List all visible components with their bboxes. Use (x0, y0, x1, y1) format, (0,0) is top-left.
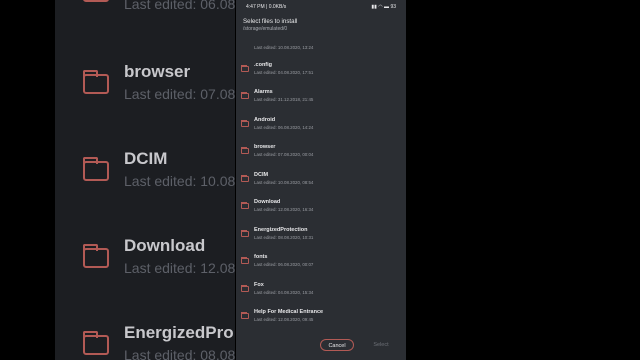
folder-icon (82, 70, 109, 94)
bg-item-date: Last edited: 10.08 (124, 173, 235, 189)
background-zoom-panel: Last edited: 06.08 browser Last edited: … (55, 0, 235, 360)
folder-icon (241, 91, 249, 99)
item-name: browser (254, 144, 276, 150)
folder-icon (82, 331, 109, 355)
battery-level: 93 (390, 4, 396, 10)
bg-item-date: Last edited: 07.08 (124, 86, 235, 102)
item-name: Help For Medical Entrance (254, 309, 324, 315)
item-date: Last edited: 31.12.2018, 21:45 (254, 97, 314, 102)
list-item[interactable]: Download Last edited: 12.08.2020, 16:34 (236, 196, 406, 222)
folder-icon (82, 244, 109, 268)
item-name: Android (254, 117, 276, 123)
list-item[interactable]: EnergizedProtection Last edited: 08.08.2… (236, 224, 406, 250)
dialog-title: Select files to install (243, 18, 298, 25)
list-item[interactable]: Alarms Last edited: 31.12.2018, 21:45 (236, 86, 406, 112)
bg-item-name: DCIM (124, 149, 168, 168)
item-date: Last edited: 06.08.2020, 00:07 (254, 262, 314, 267)
current-path: /storage/emulated/0 (243, 26, 288, 32)
list-item[interactable]: browser Last edited: 07.08.2020, 00:04 (236, 141, 406, 167)
folder-icon (82, 157, 109, 181)
dialog-footer: Cancel Select (236, 330, 406, 360)
folder-icon (241, 174, 249, 182)
bg-item-name: Download (124, 236, 206, 255)
dialog-header: Select files to install /storage/emulate… (236, 14, 406, 40)
bg-item-name: browser (124, 62, 191, 81)
item-date: Last edited: 10.08.2020, 13:24 (254, 45, 314, 50)
item-date: Last edited: 12.08.2020, 16:34 (254, 207, 314, 212)
folder-icon (241, 119, 249, 127)
item-date: Last edited: 08.08.2020, 10:31 (254, 235, 314, 240)
item-name: EnergizedProtection (254, 227, 308, 233)
folder-icon (241, 229, 249, 237)
bg-item-date: Last edited: 12.08 (124, 260, 235, 276)
folder-icon (241, 146, 249, 154)
bg-item-date: Last edited: 08.08 (124, 347, 235, 360)
status-bar: 4:47 PM | 0.0KB/s ▮▮ ◠ ▬ 93 (236, 0, 406, 14)
list-item[interactable]: fonts Last edited: 06.08.2020, 00:07 (236, 251, 406, 277)
item-date: Last edited: 10.08.2020, 08:54 (254, 180, 314, 185)
phone-screen: 4:47 PM | 0.0KB/s ▮▮ ◠ ▬ 93 Select files… (236, 0, 406, 360)
item-name: .config (254, 62, 273, 68)
folder-icon (83, 0, 109, 2)
status-icons: ▮▮ ◠ ▬ 93 (371, 4, 396, 10)
folder-icon (241, 311, 249, 319)
file-list[interactable]: Last edited: 10.08.2020, 13:24 .config L… (236, 40, 406, 330)
folder-icon (241, 201, 249, 209)
background-black-right (406, 0, 640, 360)
bg-item-date: Last edited: 06.08 (124, 0, 235, 12)
item-date: Last edited: 07.08.2020, 00:04 (254, 152, 314, 157)
list-item[interactable]: .config Last edited: 04.08.2020, 17:51 (236, 59, 406, 85)
item-date: Last edited: 06.08.2020, 14:24 (254, 125, 314, 130)
item-date: Last edited: 04.08.2020, 17:51 (254, 70, 314, 75)
cancel-button[interactable]: Cancel (320, 339, 354, 351)
folder-icon (241, 284, 249, 292)
list-item[interactable]: Fox Last edited: 04.08.2020, 15:34 (236, 279, 406, 305)
list-item[interactable]: Last edited: 10.08.2020, 13:24 (236, 40, 406, 60)
item-date: Last edited: 04.08.2020, 15:34 (254, 290, 314, 295)
list-item[interactable]: DCIM Last edited: 10.08.2020, 08:54 (236, 169, 406, 195)
item-date: Last edited: 12.08.2020, 09:45 (254, 317, 314, 322)
bg-item-name: EnergizedPro (124, 323, 234, 342)
select-button[interactable]: Select (368, 339, 394, 351)
item-name: Fox (254, 282, 264, 288)
folder-icon (241, 256, 249, 264)
status-time: 4:47 PM | 0.0KB/s (246, 4, 287, 10)
item-name: Download (254, 199, 281, 205)
folder-icon (241, 64, 249, 72)
item-name: fonts (254, 254, 268, 260)
list-item[interactable]: Android Last edited: 06.08.2020, 14:24 (236, 114, 406, 140)
item-name: Alarms (254, 89, 273, 95)
item-name: DCIM (254, 172, 269, 178)
list-item[interactable]: Help For Medical Entrance Last edited: 1… (236, 306, 406, 330)
